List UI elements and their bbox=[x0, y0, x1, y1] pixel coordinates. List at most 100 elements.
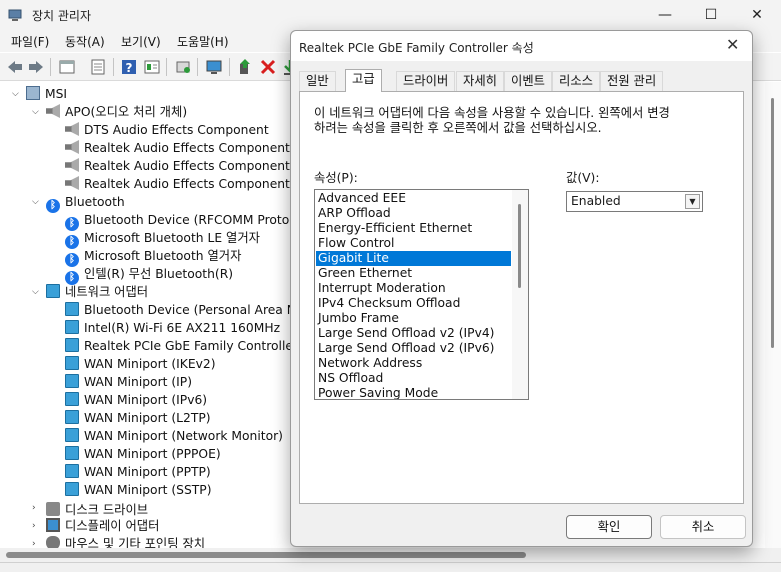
speaker-icon bbox=[65, 122, 79, 136]
tree-item[interactable]: ᛒ Microsoft Bluetooth 열거자 bbox=[65, 247, 241, 267]
tree-item-label: Realtek Audio Effects Component (INT bbox=[84, 177, 319, 191]
tree-item[interactable]: WAN Miniport (PPTP) bbox=[65, 463, 211, 481]
property-item[interactable]: Green Ethernet bbox=[316, 266, 511, 281]
update-driver-icon[interactable] bbox=[236, 58, 254, 76]
properties-dialog: Realtek PCIe GbE Family Controller 속성 ✕ … bbox=[290, 30, 753, 547]
tab-details[interactable]: 자세히 bbox=[456, 71, 504, 91]
tab-advanced[interactable]: 고급 bbox=[345, 69, 382, 92]
forward-icon[interactable] bbox=[27, 58, 45, 76]
tree-item[interactable]: ᛒ 인텔(R) 무선 Bluetooth(R) bbox=[65, 265, 233, 285]
tree-horizontal-scrollbar[interactable] bbox=[0, 548, 781, 562]
tree-category-mouse[interactable]: › 마우스 및 기타 포인팅 장치 bbox=[32, 535, 206, 548]
property-item[interactable]: Interrupt Moderation bbox=[316, 281, 511, 296]
help-icon[interactable]: ? bbox=[120, 58, 138, 76]
property-item[interactable]: Energy-Efficient Ethernet bbox=[316, 221, 511, 236]
property-item[interactable]: Large Send Offload v2 (IPv4) bbox=[316, 326, 511, 341]
tree-category-label: APO(오디오 처리 개체) bbox=[65, 105, 188, 119]
tree-item-label: Intel(R) Wi-Fi 6E AX211 160MHz bbox=[84, 321, 281, 335]
tree-item[interactable]: WAN Miniport (IP) bbox=[65, 373, 192, 391]
tree-item-label: WAN Miniport (Network Monitor) bbox=[84, 429, 283, 443]
tree-item[interactable]: ᛒ Bluetooth Device (RFCOMM Protocol T bbox=[65, 211, 318, 231]
tree-item[interactable]: Realtek Audio Effects Component bbox=[65, 139, 290, 157]
monitor-icon[interactable] bbox=[205, 58, 223, 76]
tree-item[interactable]: WAN Miniport (PPPOE) bbox=[65, 445, 221, 463]
tree-category-display[interactable]: › 디스플레이 어댑터 bbox=[32, 517, 159, 535]
property-item[interactable]: NS Offload bbox=[316, 371, 511, 386]
network-adapter-icon bbox=[65, 356, 79, 370]
tree-item[interactable]: WAN Miniport (Network Monitor) bbox=[65, 427, 283, 445]
tree-category-label: 마우스 및 기타 포인팅 장치 bbox=[65, 537, 206, 548]
property-list[interactable]: Advanced EEE ARP Offload Energy-Efficien… bbox=[314, 189, 529, 400]
menu-action[interactable]: 동작(A) bbox=[65, 33, 105, 50]
tree-item[interactable]: WAN Miniport (L2TP) bbox=[65, 409, 211, 427]
property-item[interactable]: Jumbo Frame bbox=[316, 311, 511, 326]
menu-help[interactable]: 도움말(H) bbox=[177, 33, 229, 50]
tree-category-bluetooth[interactable]: ⌵ ᛒ Bluetooth bbox=[32, 193, 125, 213]
property-item[interactable]: Large Send Offload v2 (IPv6) bbox=[316, 341, 511, 356]
property-label: 속성(P): bbox=[314, 171, 358, 185]
speaker-icon bbox=[65, 176, 79, 190]
network-adapter-icon bbox=[65, 446, 79, 460]
chevron-down-icon[interactable]: ⌵ bbox=[32, 103, 42, 121]
tree-item[interactable]: Bluetooth Device (Personal Area Netw bbox=[65, 301, 318, 319]
scrollbar-thumb[interactable] bbox=[6, 552, 526, 558]
chevron-down-icon[interactable]: ⌵ bbox=[12, 85, 22, 103]
tab-general[interactable]: 일반 bbox=[299, 71, 336, 91]
scrollbar-thumb[interactable] bbox=[518, 204, 521, 288]
tree-item[interactable]: DTS Audio Effects Component bbox=[65, 121, 269, 139]
network-icon bbox=[46, 284, 60, 298]
tree-item[interactable]: WAN Miniport (IKEv2) bbox=[65, 355, 216, 373]
value-dropdown[interactable]: Enabled ▼ bbox=[566, 191, 703, 212]
tab-resources[interactable]: 리소스 bbox=[552, 71, 600, 91]
chevron-right-icon[interactable]: › bbox=[32, 535, 42, 548]
tree-vertical-scrollbar[interactable] bbox=[765, 82, 781, 548]
property-item-selected[interactable]: Gigabit Lite bbox=[316, 251, 511, 266]
close-icon[interactable]: ✕ bbox=[726, 35, 739, 54]
cancel-button[interactable]: 취소 bbox=[660, 515, 746, 539]
tree-item[interactable]: Realtek PCIe GbE Family Controller bbox=[65, 337, 298, 355]
tab-power-management[interactable]: 전원 관리 bbox=[600, 71, 664, 91]
tree-root[interactable]: ⌵ MSI bbox=[12, 85, 67, 103]
device-view-icon[interactable] bbox=[89, 58, 107, 76]
property-item[interactable]: ARP Offload bbox=[316, 206, 511, 221]
tree-category-label: 네트워크 어댑터 bbox=[65, 285, 149, 299]
close-button[interactable]: ✕ bbox=[734, 0, 780, 30]
menu-view[interactable]: 보기(V) bbox=[121, 33, 161, 50]
property-item[interactable]: Flow Control bbox=[316, 236, 511, 251]
properties-view-icon[interactable] bbox=[58, 58, 76, 76]
property-item[interactable]: IPv4 Checksum Offload bbox=[316, 296, 511, 311]
chevron-down-icon[interactable]: ▼ bbox=[685, 194, 700, 209]
tree-item[interactable]: ᛒ Microsoft Bluetooth LE 열거자 bbox=[65, 229, 260, 249]
chevron-right-icon[interactable]: › bbox=[32, 517, 42, 535]
tree-item[interactable]: WAN Miniport (IPv6) bbox=[65, 391, 207, 409]
info-icon[interactable] bbox=[143, 58, 161, 76]
tree-category-apo[interactable]: ⌵ APO(오디오 처리 개체) bbox=[32, 103, 188, 121]
scrollbar-thumb[interactable] bbox=[771, 98, 774, 348]
tree-category-network[interactable]: ⌵ 네트워크 어댑터 bbox=[32, 283, 149, 301]
toolbar-separator bbox=[197, 58, 198, 76]
property-item[interactable]: Advanced EEE bbox=[316, 191, 511, 206]
maximize-button[interactable]: ☐ bbox=[688, 0, 734, 30]
tree-item[interactable]: Intel(R) Wi-Fi 6E AX211 160MHz bbox=[65, 319, 280, 337]
back-icon[interactable] bbox=[6, 58, 24, 76]
property-list-scrollbar[interactable] bbox=[512, 190, 528, 399]
tab-events[interactable]: 이벤트 bbox=[504, 71, 552, 91]
tree-item-label: Microsoft Bluetooth LE 열거자 bbox=[84, 231, 260, 245]
uninstall-icon[interactable] bbox=[259, 58, 277, 76]
chevron-down-icon[interactable]: ⌵ bbox=[32, 283, 42, 301]
minimize-button[interactable]: — bbox=[642, 0, 688, 30]
tree-item[interactable]: WAN Miniport (SSTP) bbox=[65, 481, 212, 499]
tree-item[interactable]: Realtek Audio Effects Component (INT bbox=[65, 157, 319, 175]
tree-category-disk[interactable]: › 디스크 드라이브 bbox=[32, 499, 148, 517]
ok-button[interactable]: 확인 bbox=[566, 515, 652, 539]
speaker-icon bbox=[65, 140, 79, 154]
property-item[interactable]: Network Address bbox=[316, 356, 511, 371]
tab-driver[interactable]: 드라이버 bbox=[396, 71, 456, 91]
tree-item-label: WAN Miniport (PPPOE) bbox=[84, 447, 221, 461]
tree-item[interactable]: Realtek Audio Effects Component (INT bbox=[65, 175, 319, 193]
menu-file[interactable]: 파일(F) bbox=[11, 33, 49, 50]
chevron-right-icon[interactable]: › bbox=[32, 499, 42, 517]
chevron-down-icon[interactable]: ⌵ bbox=[32, 193, 42, 211]
property-item[interactable]: Power Saving Mode bbox=[316, 386, 511, 399]
scan-hardware-icon[interactable] bbox=[174, 58, 192, 76]
